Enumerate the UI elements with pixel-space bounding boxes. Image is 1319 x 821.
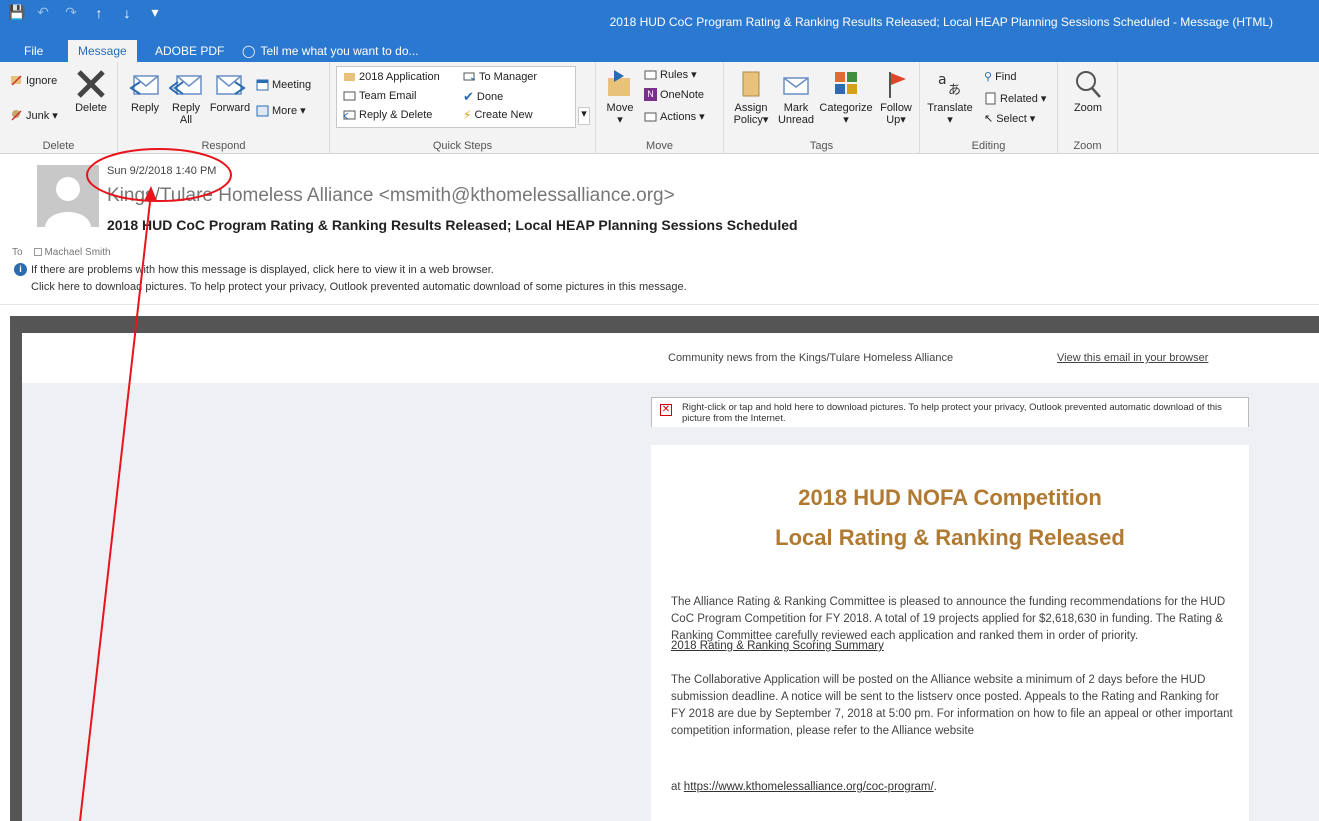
annotation-arrow-line: [79, 192, 152, 821]
annotation-overlay: [79, 148, 232, 821]
annotation-arrow-head: [144, 186, 157, 201]
annotation-circle: [86, 148, 232, 202]
